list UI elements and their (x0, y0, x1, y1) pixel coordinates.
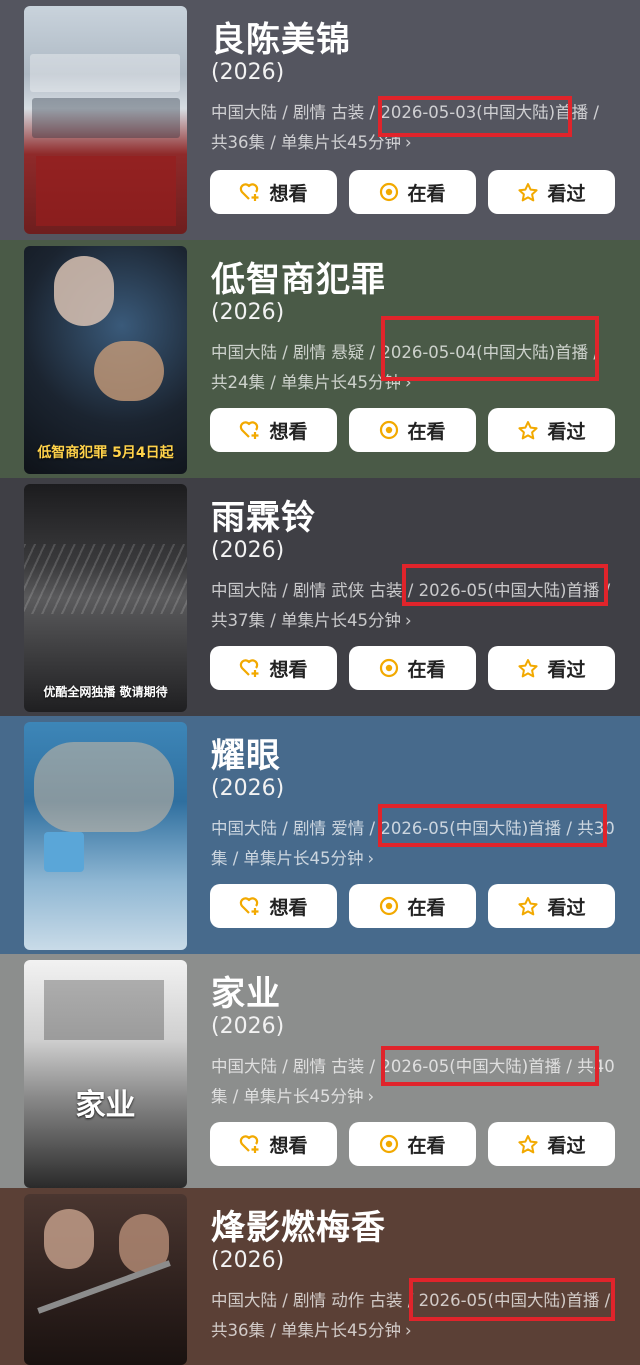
heart-plus-icon (239, 420, 261, 440)
heart-plus-icon (239, 896, 261, 916)
want-label: 想看 (269, 182, 308, 205)
watching-button[interactable]: 在看 (349, 884, 476, 928)
movie-title[interactable]: 良陈美锦 (211, 12, 351, 61)
movie-title[interactable]: 烽影燃梅香 (211, 1200, 386, 1249)
watched-label: 看过 (547, 896, 586, 919)
highlight-box (409, 1278, 615, 1321)
movie-card[interactable]: 耀眼 (2026) 中国大陆 / 剧情 爱情 / 2026-05(中国大陆)首播… (0, 716, 640, 954)
movie-year: (2026) (211, 300, 285, 325)
movie-year: (2026) (211, 1014, 285, 1039)
highlight-box (381, 316, 599, 381)
watching-button[interactable]: 在看 (349, 408, 476, 452)
watched-label: 看过 (547, 420, 586, 443)
watched-label: 看过 (547, 1134, 586, 1157)
heart-plus-icon (239, 658, 261, 678)
chevron-right-icon: › (405, 611, 412, 630)
want-label: 想看 (269, 658, 308, 681)
want-label: 想看 (269, 896, 308, 919)
highlight-box (378, 96, 572, 137)
watched-label: 看过 (547, 182, 586, 205)
poster-caption: 家业 (75, 1088, 136, 1123)
star-icon (517, 658, 539, 679)
movie-title[interactable]: 耀眼 (211, 728, 281, 777)
movie-year: (2026) (211, 776, 285, 801)
watched-label: 看过 (547, 658, 586, 681)
watching-label: 在看 (407, 1134, 446, 1157)
movie-year: (2026) (211, 538, 285, 563)
target-icon (379, 1134, 399, 1154)
watching-label: 在看 (407, 658, 446, 681)
want-button[interactable]: 想看 (210, 408, 337, 452)
movie-poster[interactable]: 家业 (24, 960, 187, 1188)
movie-year: (2026) (211, 1248, 285, 1273)
movie-poster[interactable] (24, 722, 187, 950)
movie-card[interactable]: 良陈美锦 (2026) 中国大陆 / 剧情 古装 / 2026-05-03(中国… (0, 0, 640, 240)
target-icon (379, 420, 399, 440)
heart-plus-icon (239, 182, 261, 202)
want-button[interactable]: 想看 (210, 1122, 337, 1166)
chevron-right-icon: › (405, 1321, 412, 1340)
watching-button[interactable]: 在看 (349, 1122, 476, 1166)
watched-button[interactable]: 看过 (488, 646, 615, 690)
movie-poster[interactable]: 低智商犯罪 5月4日起 (24, 246, 187, 474)
target-icon (379, 658, 399, 678)
poster-caption: 低智商犯罪 5月4日起 (37, 445, 174, 461)
star-icon (517, 420, 539, 441)
movie-poster[interactable] (24, 1194, 187, 1365)
watching-button[interactable]: 在看 (349, 646, 476, 690)
movie-card[interactable]: 低智商犯罪 5月4日起 低智商犯罪 (2026) 中国大陆 / 剧情 悬疑 / … (0, 240, 640, 478)
star-icon (517, 896, 539, 917)
watching-label: 在看 (407, 420, 446, 443)
star-icon (517, 1134, 539, 1155)
movie-poster[interactable]: 优酷全网独播 敬请期待 (24, 484, 187, 712)
watched-button[interactable]: 看过 (488, 408, 615, 452)
want-button[interactable]: 想看 (210, 170, 337, 214)
watching-button[interactable]: 在看 (349, 170, 476, 214)
movie-card[interactable]: 优酷全网独播 敬请期待 雨霖铃 (2026) 中国大陆 / 剧情 武侠 古装 /… (0, 478, 640, 716)
target-icon (379, 182, 399, 202)
movie-title[interactable]: 低智商犯罪 (211, 252, 386, 301)
chevron-right-icon: › (367, 849, 375, 868)
watched-button[interactable]: 看过 (488, 884, 615, 928)
movie-poster[interactable] (24, 6, 187, 234)
watched-button[interactable]: 看过 (488, 1122, 615, 1166)
highlight-box (381, 1046, 599, 1086)
watching-label: 在看 (407, 182, 446, 205)
target-icon (379, 896, 399, 916)
movie-year: (2026) (211, 60, 285, 85)
movie-title[interactable]: 家业 (211, 966, 281, 1015)
watched-button[interactable]: 看过 (488, 170, 615, 214)
highlight-box (378, 804, 607, 847)
star-icon (517, 182, 539, 203)
movie-card[interactable]: 烽影燃梅香 (2026) 中国大陆 / 剧情 动作 古装 / 2026-05(中… (0, 1188, 640, 1365)
movie-card[interactable]: 家业 家业 (2026) 中国大陆 / 剧情 古装 / 2026-05(中国大陆… (0, 954, 640, 1188)
want-button[interactable]: 想看 (210, 646, 337, 690)
chevron-right-icon: › (367, 1087, 375, 1106)
movie-list: 良陈美锦 (2026) 中国大陆 / 剧情 古装 / 2026-05-03(中国… (0, 0, 640, 1365)
want-button[interactable]: 想看 (210, 884, 337, 928)
want-label: 想看 (269, 420, 308, 443)
heart-plus-icon (239, 1134, 261, 1154)
highlight-box (402, 564, 608, 606)
want-label: 想看 (269, 1134, 308, 1157)
watching-label: 在看 (407, 896, 446, 919)
poster-caption: 优酷全网独播 敬请期待 (43, 685, 168, 699)
movie-title[interactable]: 雨霖铃 (211, 490, 316, 539)
